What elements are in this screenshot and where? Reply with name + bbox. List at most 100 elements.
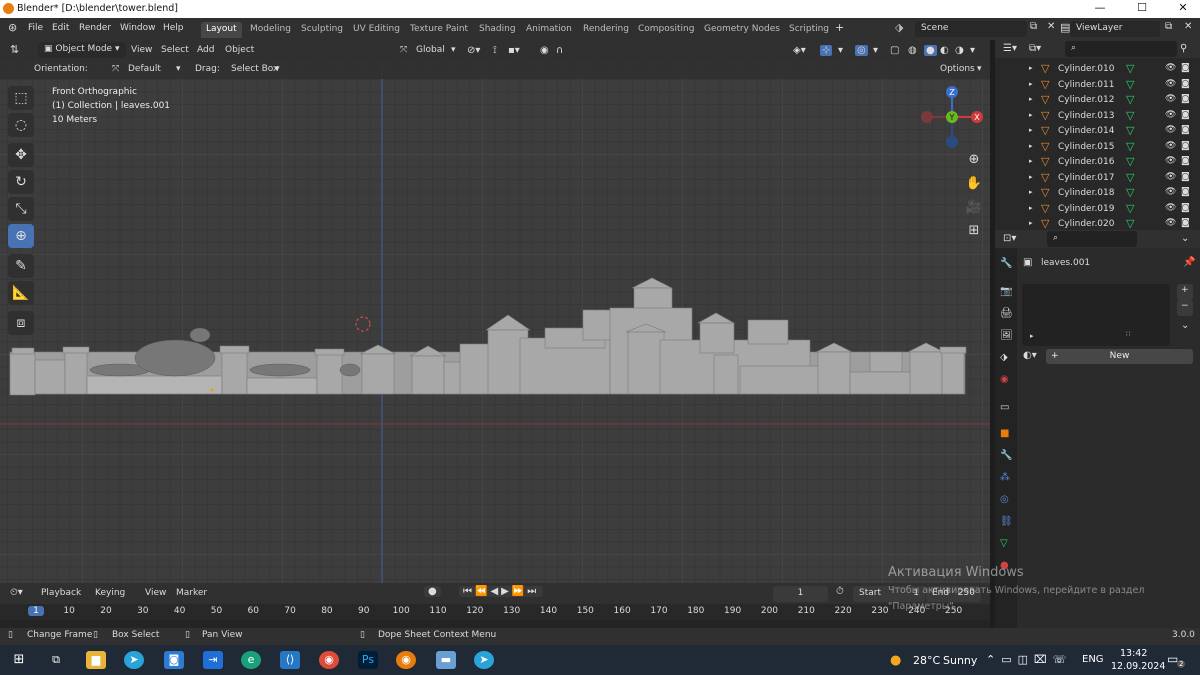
- cursor-tool-button[interactable]: ◌: [8, 113, 34, 137]
- eye-icon[interactable]: 👁: [1165, 218, 1176, 228]
- material-slot-list[interactable]: ▸ ∷: [1022, 284, 1170, 346]
- options-dropdown[interactable]: Options: [940, 64, 975, 74]
- navigation-gizmo[interactable]: Z X Y: [915, 82, 987, 148]
- photoshop-icon[interactable]: Ps: [358, 651, 378, 669]
- add-cube-tool-button[interactable]: ⧈: [8, 311, 34, 335]
- filter-icon[interactable]: ⚲: [1180, 43, 1187, 54]
- expand-arrow-icon[interactable]: ▸: [1030, 332, 1034, 340]
- minimize-button[interactable]: —: [1085, 1, 1115, 14]
- outliner-row[interactable]: ▸ ▽ Cylinder.011 ▽ 👁 ◙: [995, 78, 1200, 94]
- eye-icon[interactable]: 👁: [1165, 63, 1176, 73]
- camera-render-icon[interactable]: ◙: [1181, 63, 1190, 73]
- xray-icon[interactable]: ▢: [890, 45, 899, 56]
- world-tab-icon[interactable]: ◉: [1000, 374, 1009, 385]
- menu-file[interactable]: File: [28, 23, 43, 33]
- new-material-button[interactable]: + New: [1046, 349, 1193, 364]
- tab-compositing[interactable]: Compositing: [633, 22, 699, 38]
- menu-edit[interactable]: Edit: [52, 23, 69, 33]
- overlay-menu-icon[interactable]: ▾: [873, 45, 878, 56]
- tab-modeling[interactable]: Modeling: [245, 22, 296, 38]
- rotate-tool-button[interactable]: ↻: [8, 170, 34, 194]
- windows-start-icon[interactable]: ⊞: [9, 651, 29, 669]
- telegram-taskbar-icon[interactable]: ➤: [474, 651, 494, 669]
- eye-icon[interactable]: 👁: [1165, 172, 1176, 182]
- maximize-button[interactable]: ☐: [1127, 1, 1157, 14]
- frame-ruler[interactable]: 1 10 20 30 40 50 60 70 80 90 100 110 120 130 140 150 160…: [0, 604, 990, 620]
- viewlayer-selector[interactable]: ViewLayer: [1070, 21, 1160, 37]
- remove-slot-button[interactable]: −: [1177, 300, 1193, 316]
- solid-shading-icon[interactable]: ●: [924, 45, 937, 56]
- outliner-row[interactable]: ▸ ▽ Cylinder.013 ▽ 👁 ◙: [995, 109, 1200, 125]
- weather-temperature[interactable]: 28°C: [913, 654, 940, 667]
- outliner-row[interactable]: ▸ ▽ Cylinder.012 ▽ 👁 ◙: [995, 93, 1200, 109]
- display-mode-icon[interactable]: ⧉▾: [1029, 43, 1041, 54]
- tab-sculpting[interactable]: Sculpting: [296, 22, 348, 38]
- expand-arrow-icon[interactable]: ▸: [1029, 219, 1033, 227]
- browse-material-icon[interactable]: ◐▾: [1023, 350, 1037, 361]
- eye-icon[interactable]: 👁: [1165, 125, 1176, 135]
- object-tab-icon[interactable]: ■: [1000, 428, 1009, 439]
- current-frame-input[interactable]: 1: [773, 586, 828, 602]
- scene-tab-icon[interactable]: ⬗: [1000, 352, 1008, 363]
- expand-arrow-icon[interactable]: ▸: [1029, 204, 1033, 212]
- blender-taskbar-icon[interactable]: ◉: [396, 651, 416, 669]
- remove-scene-icon[interactable]: ✕: [1047, 21, 1055, 32]
- wireframe-shading-icon[interactable]: ◍: [908, 45, 917, 56]
- add-workspace-button[interactable]: +: [835, 21, 844, 34]
- collection-tab-icon[interactable]: ▭: [1000, 402, 1009, 413]
- annotate-tool-button[interactable]: ✎: [8, 254, 34, 278]
- outliner-editor-icon[interactable]: ☰▾: [1003, 43, 1017, 54]
- falloff-icon[interactable]: ∩: [556, 45, 563, 56]
- playback-controls[interactable]: ⏮⏪◀▶⏩⏭: [459, 586, 544, 597]
- physics-tab-icon[interactable]: ◎: [1000, 494, 1009, 505]
- tab-rendering[interactable]: Rendering: [578, 22, 634, 38]
- pan-hand-icon[interactable]: ✋: [963, 173, 985, 195]
- move-tool-button[interactable]: ✥: [8, 143, 34, 167]
- gizmo-menu-icon[interactable]: ▾: [838, 45, 843, 56]
- eye-icon[interactable]: 👁: [1165, 141, 1176, 151]
- render-tab-icon[interactable]: 📷: [1000, 286, 1012, 297]
- camera-render-icon[interactable]: ◙: [1181, 218, 1190, 228]
- view-layer-tab-icon[interactable]: 🖼: [1000, 330, 1013, 341]
- tray-icons[interactable]: ⌃▭◫⌧☏: [986, 653, 1072, 666]
- timeline-editor-icon[interactable]: ⏲▾: [10, 587, 23, 598]
- expand-arrow-icon[interactable]: ▸: [1029, 188, 1033, 196]
- drag-dropdown[interactable]: Select Box: [231, 64, 278, 74]
- constraints-tab-icon[interactable]: ⛓: [1000, 516, 1013, 527]
- menu-view[interactable]: View: [131, 45, 152, 55]
- copy-scene-icon[interactable]: ⧉: [1030, 21, 1037, 32]
- scale-tool-button[interactable]: ⤡: [8, 197, 34, 221]
- expand-arrow-icon[interactable]: ▸: [1029, 80, 1033, 88]
- weather-condition[interactable]: Sunny: [943, 654, 977, 667]
- outliner-row[interactable]: ▸ ▽ Cylinder.014 ▽ 👁 ◙: [995, 124, 1200, 140]
- menu-object[interactable]: Object: [225, 45, 254, 55]
- tab-layout[interactable]: Layout: [201, 22, 242, 38]
- tool-tab-icon[interactable]: 🔧: [1000, 258, 1012, 269]
- eye-icon[interactable]: 👁: [1165, 156, 1176, 166]
- outliner-row[interactable]: ▸ ▽ Cylinder.010 ▽ 👁 ◙: [995, 62, 1200, 78]
- modifier-tab-icon[interactable]: 🔧: [1000, 450, 1012, 461]
- camera-render-icon[interactable]: ◙: [1181, 203, 1190, 213]
- close-button[interactable]: ✕: [1168, 1, 1198, 14]
- chevron-down-icon[interactable]: ⌄: [1181, 233, 1189, 244]
- eye-icon[interactable]: 👁: [1165, 110, 1176, 120]
- weather-icon[interactable]: ●: [890, 653, 901, 668]
- output-tab-icon[interactable]: 🖨: [1000, 308, 1013, 319]
- tab-scripting[interactable]: Scripting: [784, 22, 834, 38]
- properties-search-input[interactable]: ⌕: [1047, 231, 1137, 247]
- outliner-search-input[interactable]: ⌕: [1065, 41, 1177, 57]
- transform-tool-button[interactable]: ⊕: [8, 224, 34, 248]
- camera-render-icon[interactable]: ◙: [1181, 141, 1190, 151]
- camera-render-icon[interactable]: ◙: [1181, 79, 1190, 89]
- expand-arrow-icon[interactable]: ▸: [1029, 157, 1033, 165]
- vscode-icon[interactable]: ⟨⟩: [280, 651, 300, 669]
- timeline-scrollbar[interactable]: [0, 620, 990, 628]
- eye-icon[interactable]: 👁: [1165, 203, 1176, 213]
- clock-time[interactable]: 13:42: [1120, 648, 1147, 659]
- particles-tab-icon[interactable]: ⁂: [1000, 472, 1010, 483]
- copy-viewlayer-icon[interactable]: ⧉: [1165, 21, 1172, 32]
- camera-render-icon[interactable]: ◙: [1181, 125, 1190, 135]
- tab-texture-paint[interactable]: Texture Paint: [405, 22, 473, 38]
- blender-menu-icon[interactable]: ⊛: [8, 21, 17, 34]
- camera-render-icon[interactable]: ◙: [1181, 94, 1190, 104]
